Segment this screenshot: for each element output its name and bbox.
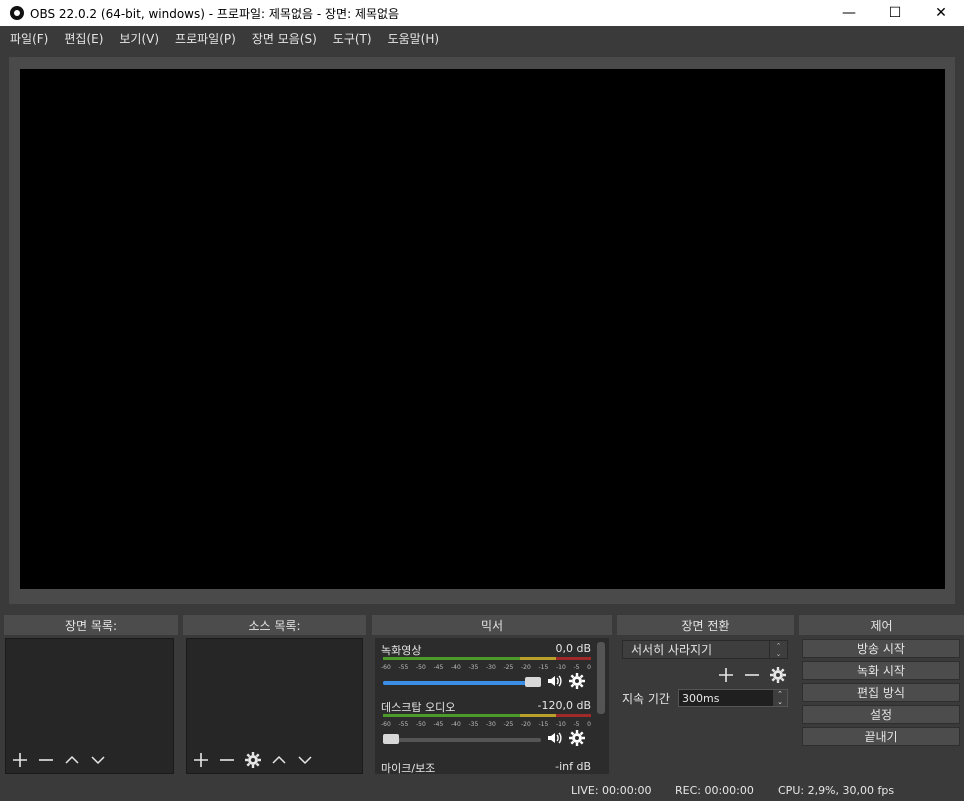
start-recording-button[interactable]: 녹화 시작: [802, 661, 960, 680]
cpu-fps-status: CPU: 2,9%, 30,00 fps: [778, 784, 895, 797]
transition-select-value: 서서히 사라지기: [631, 643, 713, 657]
channel-db: -120,0 dB: [537, 699, 592, 712]
menu-tools[interactable]: 도구(T): [325, 30, 380, 47]
exit-button[interactable]: 끝내기: [802, 727, 960, 746]
speaker-icon[interactable]: [547, 730, 563, 749]
duration-value: 300ms: [682, 691, 720, 705]
controls-dock-title: 제어: [799, 615, 964, 635]
mixer-channel-desktop-audio: 데스크탑 오디오 -120,0 dB -60 -55 -50 -45 -40 -35 -30…: [381, 699, 591, 755]
window-controls: — ☐ ✕: [826, 0, 964, 26]
remove-scene-button[interactable]: [33, 749, 59, 771]
studio-mode-button[interactable]: 편집 방식: [802, 683, 960, 702]
volume-slider-thumb[interactable]: [383, 734, 399, 744]
gear-icon[interactable]: [569, 730, 585, 749]
live-timer: LIVE: 00:00:00: [571, 784, 652, 797]
menu-bar: 파일(F) 편집(E) 보기(V) 프로파일(P) 장면 모음(S) 도구(T)…: [0, 26, 964, 50]
menu-file[interactable]: 파일(F): [2, 30, 56, 47]
menu-profile[interactable]: 프로파일(P): [167, 30, 244, 47]
meter-ticks: -60 -55 -50 -45 -40 -35 -30 -25 -20 -15 -10 -5 0: [381, 664, 591, 671]
remove-transition-button[interactable]: [739, 664, 765, 686]
maximize-button[interactable]: ☐: [872, 0, 918, 26]
channel-db: 0,0 dB: [555, 642, 591, 655]
preview-canvas[interactable]: [20, 69, 945, 589]
volume-slider-thumb[interactable]: [525, 677, 541, 687]
obs-logo-icon: [10, 6, 24, 20]
move-source-down-button[interactable]: [292, 749, 318, 771]
title-bar: OBS 22.0.2 (64-bit, windows) - 프로파일: 제목없…: [0, 0, 964, 26]
add-source-button[interactable]: [188, 749, 214, 771]
rec-timer: REC: 00:00:00: [675, 784, 754, 797]
duration-spinbox[interactable]: 300ms ⌃ ⌄: [678, 689, 788, 707]
add-transition-button[interactable]: [713, 664, 739, 686]
status-bar: LIVE: 00:00:00 REC: 00:00:00 CPU: 2,9%, …: [0, 780, 964, 801]
move-scene-up-button[interactable]: [59, 749, 85, 771]
transitions-dock-title: 장면 전환: [617, 615, 794, 635]
menu-scene-collection[interactable]: 장면 모음(S): [244, 30, 325, 47]
volume-meter: [383, 714, 591, 720]
volume-meter: [383, 657, 591, 663]
volume-slider[interactable]: [383, 677, 541, 687]
channel-name: 마이크/보조: [381, 762, 436, 774]
sources-dock-title: 소스 목록:: [183, 615, 366, 635]
duration-label: 지속 기간: [622, 692, 670, 706]
speaker-icon[interactable]: [547, 673, 563, 692]
sources-toolbar: [188, 749, 318, 771]
menu-view[interactable]: 보기(V): [111, 30, 167, 47]
mixer-dock-title: 믹서: [372, 615, 612, 635]
meter-ticks: -60 -55 -50 -45 -40 -35 -30 -25 -20 -15 -10 -5 0: [381, 721, 591, 728]
scenes-dock-title: 장면 목록:: [4, 615, 178, 635]
transitions-toolbar: [713, 664, 791, 686]
move-source-up-button[interactable]: [266, 749, 292, 771]
source-properties-gear-icon[interactable]: [240, 749, 266, 771]
mixer-panel: 녹화영상 0,0 dB -60 -55 -50 -45 -40 -35 -30 -25 -20-…: [375, 638, 609, 774]
select-arrows-icon: ⌃ ⌄: [769, 641, 787, 658]
mixer-channel-capture: 녹화영상 0,0 dB -60 -55 -50 -45 -40 -35 -30 -25 -20-…: [381, 642, 591, 698]
start-streaming-button[interactable]: 방송 시작: [802, 639, 960, 658]
menu-help[interactable]: 도움말(H): [380, 30, 448, 47]
mixer-scrollbar[interactable]: [597, 642, 605, 714]
minimize-button[interactable]: —: [826, 0, 872, 26]
settings-button[interactable]: 설정: [802, 705, 960, 724]
remove-source-button[interactable]: [214, 749, 240, 771]
mixer-channel-mic: 마이크/보조 -inf dB: [381, 760, 591, 774]
channel-name: 녹화영상: [381, 644, 422, 657]
channel-name: 데스크탑 오디오: [381, 701, 456, 714]
transition-select[interactable]: 서서히 사라지기 ⌃ ⌄: [622, 640, 788, 659]
gear-icon[interactable]: [569, 673, 585, 692]
add-scene-button[interactable]: [7, 749, 33, 771]
scenes-toolbar: [7, 749, 111, 771]
channel-db: -inf dB: [555, 760, 591, 773]
menu-edit[interactable]: 편집(E): [56, 30, 111, 47]
transition-properties-gear-icon[interactable]: [765, 664, 791, 686]
close-button[interactable]: ✕: [918, 0, 964, 26]
spin-arrows-icon[interactable]: ⌃ ⌄: [773, 690, 787, 706]
volume-slider[interactable]: [383, 734, 541, 744]
window-title: OBS 22.0.2 (64-bit, windows) - 프로파일: 제목없…: [30, 6, 400, 21]
move-scene-down-button[interactable]: [85, 749, 111, 771]
